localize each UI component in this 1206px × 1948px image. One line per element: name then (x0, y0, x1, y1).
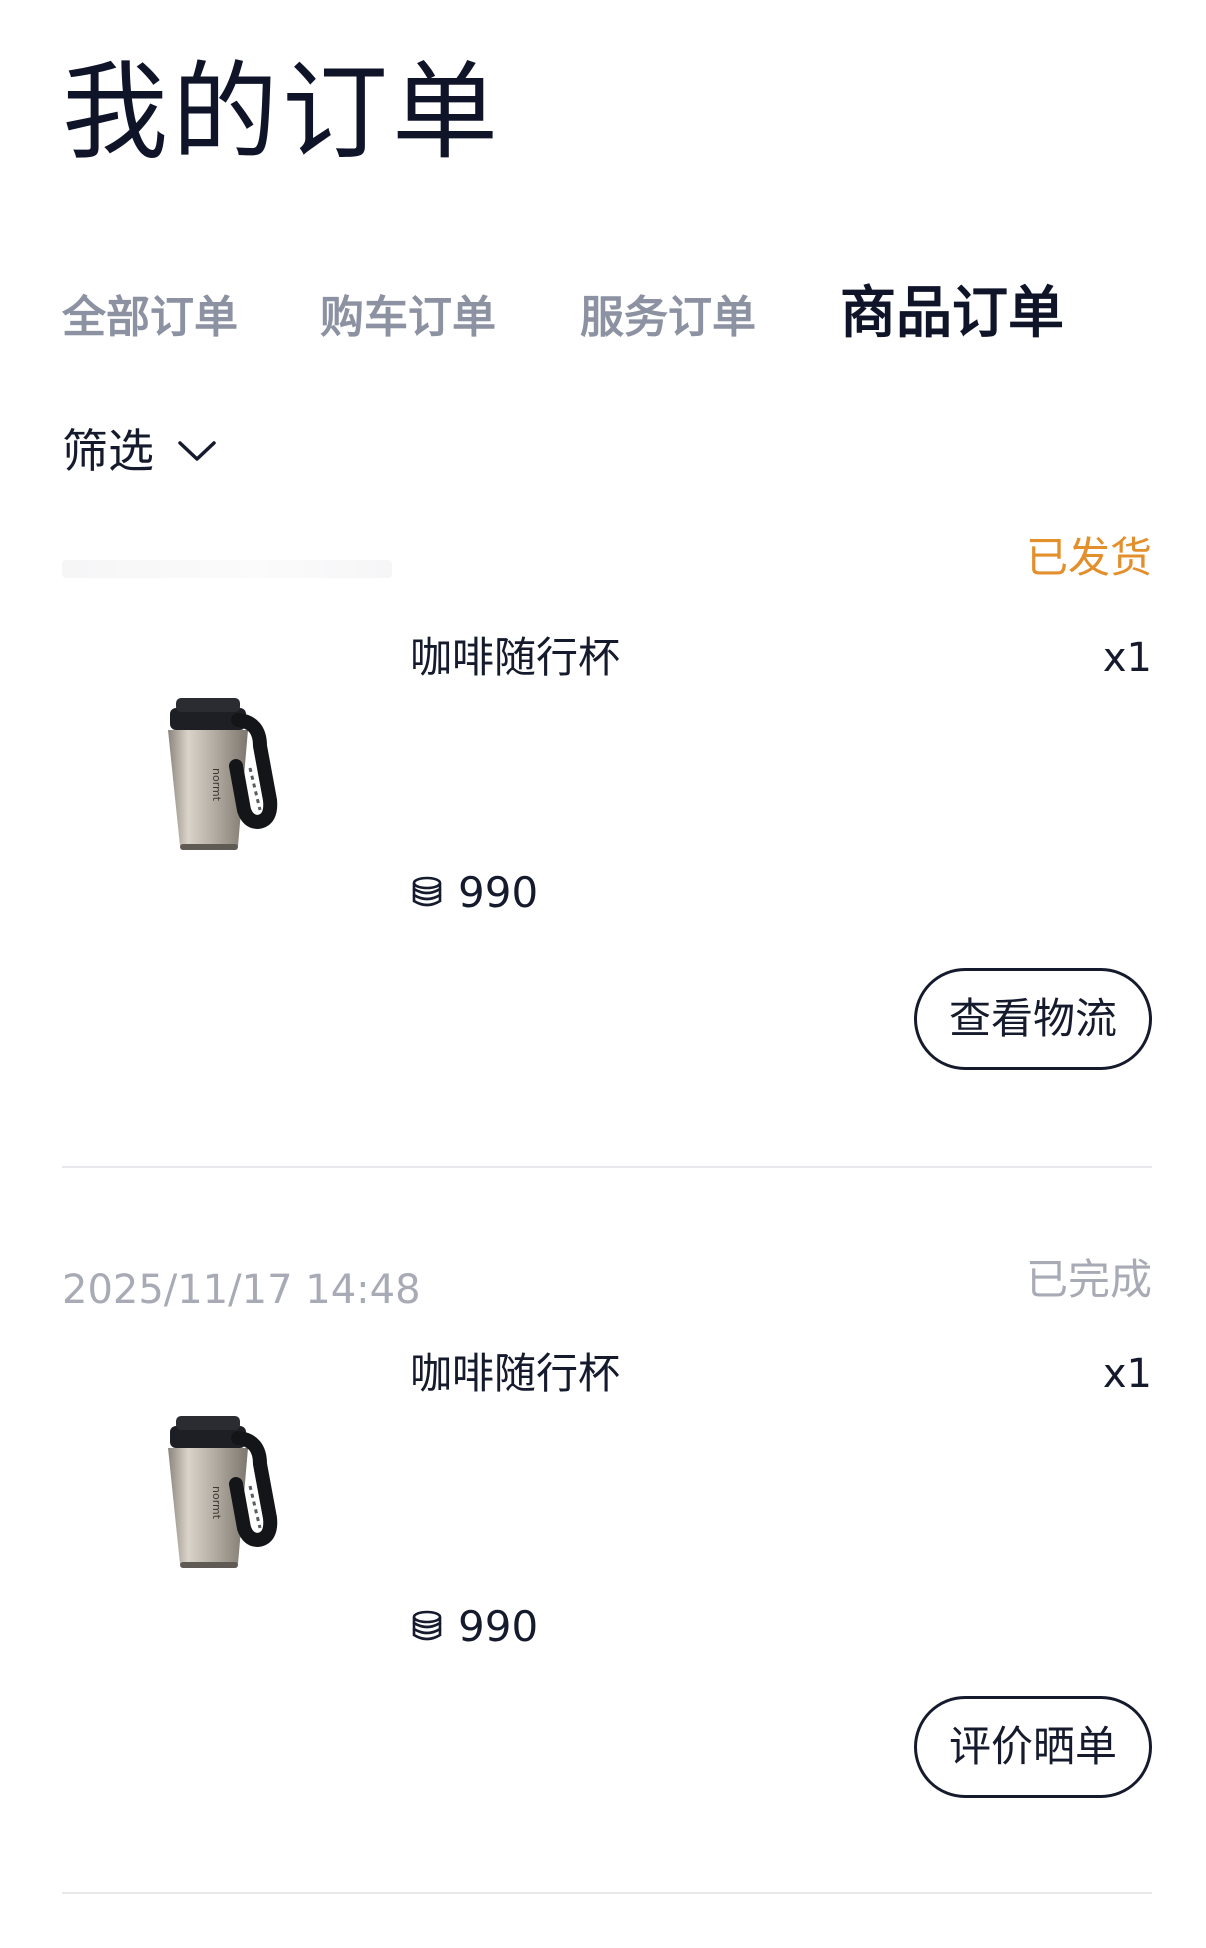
tab-product-orders[interactable]: 商品订单 (840, 278, 1064, 350)
order-date-placeholder (62, 560, 392, 578)
filter-label: 筛选 (62, 424, 154, 478)
order-tabs: 全部订单 购车订单 服务订单 商品订单 (62, 281, 1152, 354)
product-quantity: x1 (1102, 1351, 1152, 1397)
product-price: 990 (410, 1596, 538, 1656)
tab-service-orders[interactable]: 服务订单 (580, 282, 756, 354)
product-quantity: x1 (1102, 635, 1152, 681)
product-name: 咖啡随行杯 (410, 633, 621, 682)
filter-dropdown[interactable]: 筛选 (62, 416, 218, 486)
travel-mug-image[interactable]: normt (110, 1368, 340, 1598)
travel-mug-image[interactable]: normt (110, 650, 340, 880)
order-status: 已发货 (1025, 533, 1152, 582)
review-share-button[interactable]: 评价晒单 (914, 1696, 1152, 1798)
order-divider (62, 1892, 1152, 1894)
page-title: 我的订单 (62, 51, 502, 174)
order-divider (62, 1166, 1152, 1168)
coin-stack-icon (412, 1610, 442, 1641)
price-value: 990 (458, 867, 539, 917)
order-card: 已发货 normt 咖啡随行杯 x1 990 查看物流 (62, 533, 1152, 1100)
tab-all-orders[interactable]: 全部订单 (62, 282, 238, 354)
svg-text:normt: normt (210, 768, 223, 802)
price-value: 990 (458, 1601, 539, 1651)
order-status: 已完成 (1025, 1255, 1152, 1304)
tab-car-orders[interactable]: 购车订单 (320, 282, 496, 354)
coin-stack-icon (412, 876, 442, 907)
product-name: 咖啡随行杯 (410, 1349, 621, 1398)
product-price: 990 (410, 862, 538, 922)
track-logistics-button[interactable]: 查看物流 (914, 968, 1152, 1070)
chevron-down-icon (178, 441, 216, 461)
order-card: 2025/11/17 14:48 已完成 normt 咖啡随行杯 x1 990 … (62, 1255, 1152, 1822)
order-date: 2025/11/17 14:48 (62, 1267, 421, 1313)
svg-text:normt: normt (210, 1486, 223, 1520)
